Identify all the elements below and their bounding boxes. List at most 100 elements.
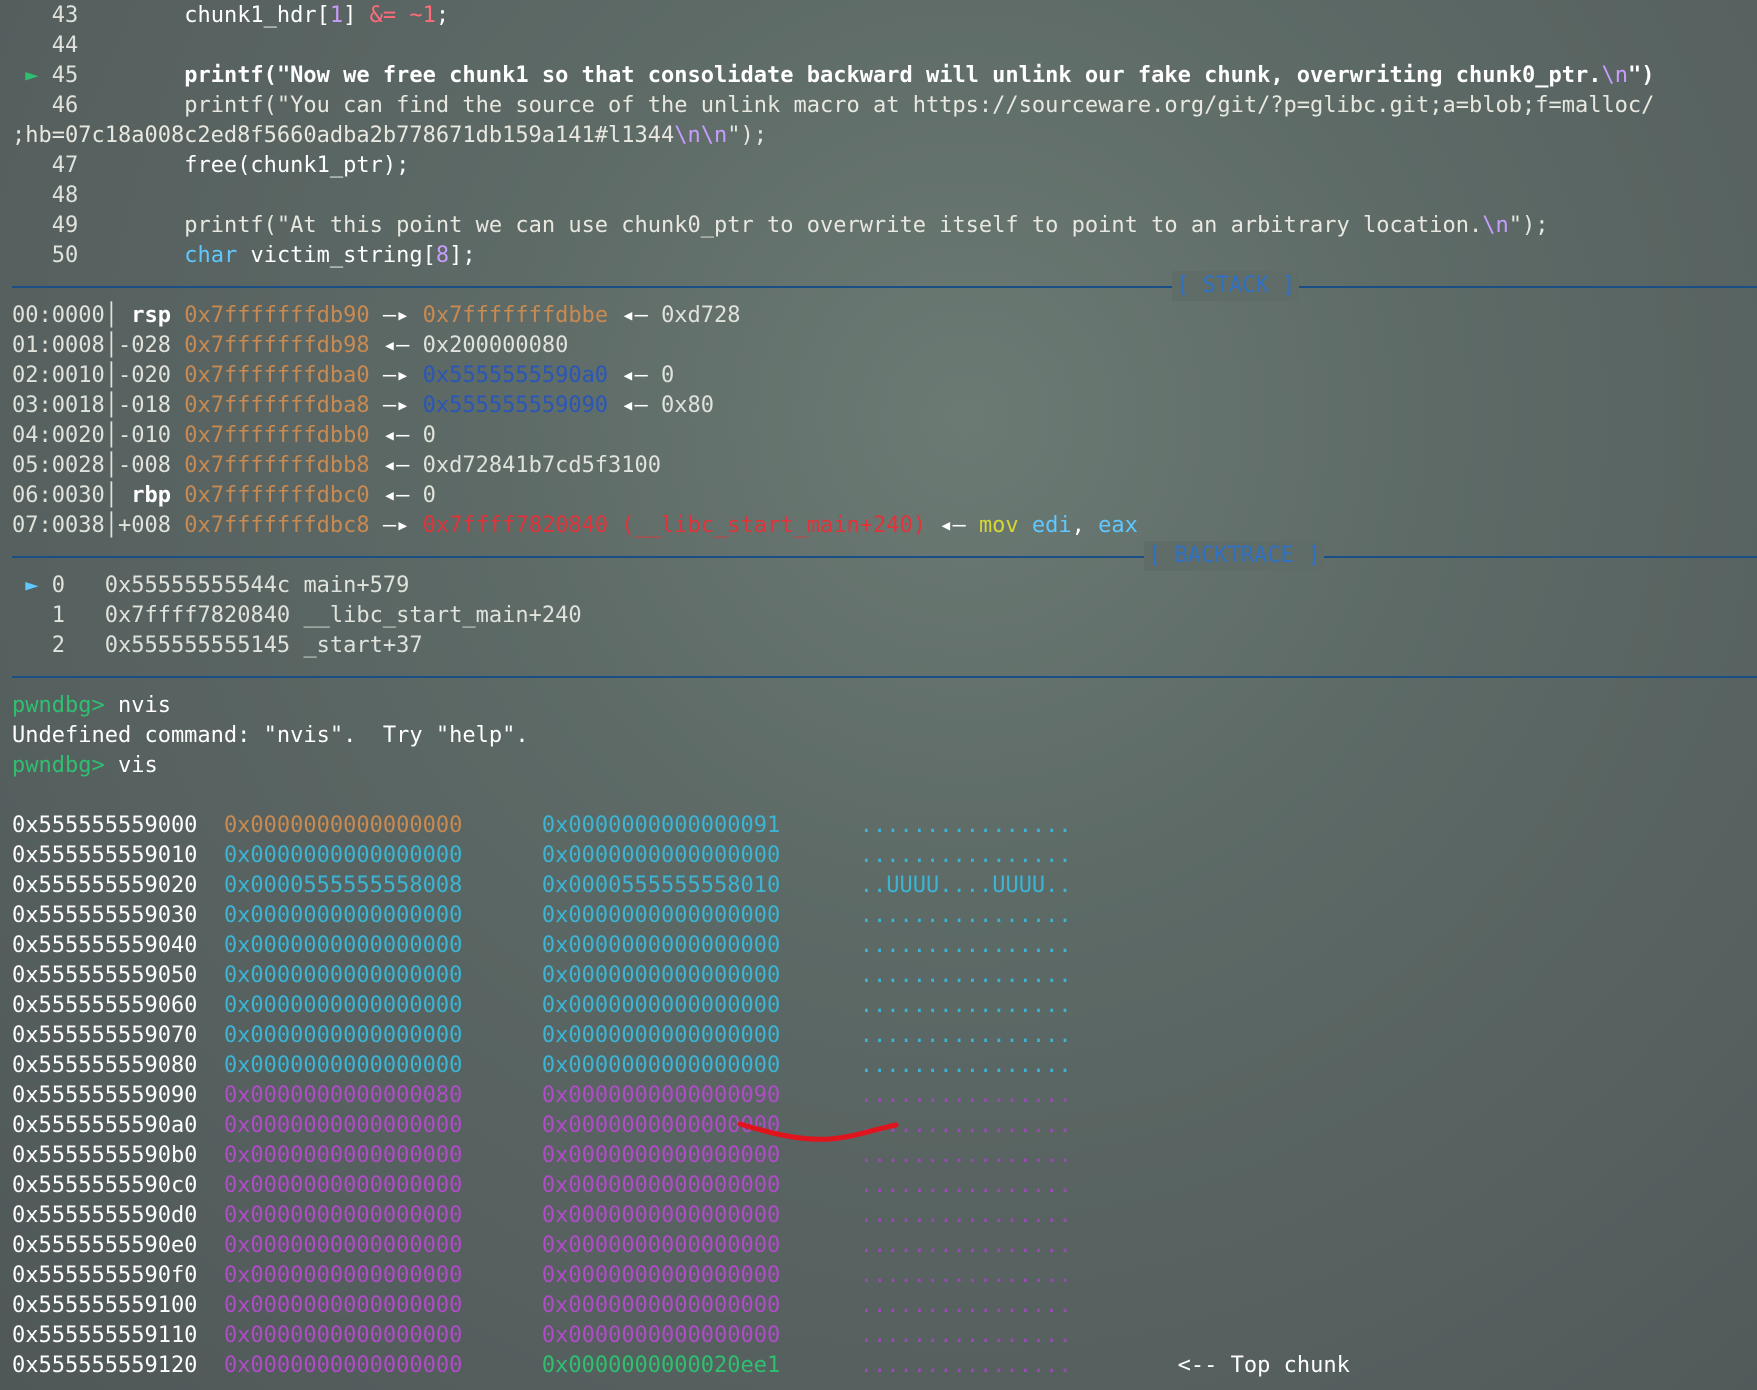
heap-qword: 0x0000000000000000 [223, 1293, 463, 1318]
current-line-marker [12, 93, 52, 118]
stack-index: 04:0020 [12, 423, 105, 448]
heap-qword: 0x0000000000000000 [541, 1323, 781, 1348]
stack-index: 01:0008 [12, 333, 105, 358]
register-name: rbp [131, 483, 171, 508]
stack-row: 02:0010│-020 0x7fffffffdba0 —▸ 0x5555555… [12, 361, 674, 391]
heap-address: 0x5555555590b0 [12, 1143, 198, 1168]
heap-qword: 0x0000000000000000 [223, 1023, 463, 1048]
heap-ascii: ................ [859, 1233, 1072, 1258]
heap-address: 0x555555559060 [12, 993, 198, 1018]
source-token: printf( [78, 63, 277, 88]
heap-qword: 0x0000000000000000 [541, 993, 781, 1018]
stack-address: 0x7fffffffdbc0 [184, 483, 370, 508]
heap-qword: 0x0000000000000000 [223, 1233, 463, 1258]
stack-divider: │ [104, 333, 118, 358]
stack-value: 0x7ffff7820840 (__libc_start_main+240) [422, 513, 926, 538]
heap-row: 0x5555555590c0 0x0000000000000000 0x0000… [12, 1171, 1072, 1201]
heap-row: 0x5555555590b0 0x0000000000000000 0x0000… [12, 1141, 1072, 1171]
source-line: 48 [12, 181, 79, 211]
terminal-window[interactable]: 43 chunk1_hdr[1] &= ~1; 44 ► 45 printf("… [0, 0, 1757, 1390]
pointer-arrow: ◂— [369, 453, 423, 478]
source-token: \n [1601, 63, 1628, 88]
heap-row: 0x5555555590f0 0x0000000000000000 0x0000… [12, 1261, 1072, 1291]
stack-divider: │ [104, 423, 118, 448]
stack-address: 0x7fffffffdb90 [184, 303, 370, 328]
heap-row: 0x555555559070 0x0000000000000000 0x0000… [12, 1021, 1072, 1051]
line-number: 43 [51, 3, 79, 28]
stack-tail-token: ◂— [608, 303, 662, 328]
heap-ascii: ..UUUU....UUUU.. [859, 873, 1072, 898]
heap-qword: 0x0000000000000000 [541, 843, 781, 868]
line-number: 46 [51, 93, 79, 118]
pointer-arrow: —▸ [369, 513, 423, 538]
stack-value: 0x7fffffffdbbe [422, 303, 609, 328]
stack-address: 0x7fffffffdba0 [184, 363, 370, 388]
stack-tail-token: eax [1098, 513, 1138, 538]
stack-row: 05:0028│-008 0x7fffffffdbb8 ◂— 0xd72841b… [12, 451, 661, 481]
stack-row: 06:0030│ rbp 0x7fffffffdbc0 ◂— 0 [12, 481, 436, 511]
heap-qword: 0x0000000000000090 [541, 1083, 781, 1108]
heap-row: 0x555555559110 0x0000000000000000 0x0000… [12, 1321, 1072, 1351]
heap-qword: 0x0000000000000000 [541, 1113, 781, 1138]
stack-tail-token: ◂— [925, 513, 979, 538]
command-text: vis [104, 753, 158, 778]
prompt: pwndbg> [12, 693, 105, 718]
heap-qword: 0x0000000000000000 [541, 1263, 781, 1288]
heap-ascii: ................ [859, 1023, 1072, 1048]
heap-address: 0x555555559100 [12, 1293, 198, 1318]
heap-address: 0x555555559090 [12, 1083, 198, 1108]
heap-ascii: ................ [859, 1053, 1072, 1078]
heap-ascii: ................ [859, 1173, 1072, 1198]
stack-divider: │ [104, 393, 118, 418]
stack-divider: │ [104, 303, 118, 328]
heap-qword: 0x0000000000000000 [541, 903, 781, 928]
stack-tail-token: 0 [661, 363, 675, 388]
heap-ascii: ................ [859, 1293, 1072, 1318]
stack-divider: │ [104, 513, 118, 538]
current-line-marker [12, 213, 52, 238]
source-line: ► 45 printf("Now we free chunk1 so that … [12, 61, 1654, 91]
frame-number: 2 [51, 633, 65, 658]
heap-qword: 0x0000000000000000 [223, 813, 463, 838]
register-name: rsp [131, 303, 171, 328]
stack-row: 01:0008│-028 0x7fffffffdb98 ◂— 0x2000000… [12, 331, 568, 361]
command-text: nvis [104, 693, 171, 718]
stack-index: 03:0018 [12, 393, 105, 418]
stack-index: 02:0010 [12, 363, 105, 388]
line-number: 45 [51, 63, 79, 88]
source-token: char [184, 243, 238, 268]
heap-address: 0x555555559080 [12, 1053, 198, 1078]
frame-address: 0x55555555544c [104, 573, 291, 598]
heap-ascii: ................ [859, 1353, 1072, 1378]
heap-qword: 0x0000555555558010 [541, 873, 781, 898]
heap-address: 0x555555559040 [12, 933, 198, 958]
source-line: 47 free(chunk1_ptr); [12, 151, 410, 181]
line-number: 49 [51, 213, 79, 238]
backtrace-frame: 1 0x7ffff7820840 __libc_start_main+240 [12, 601, 582, 631]
source-line: 44 [12, 31, 79, 61]
stack-address: 0x7fffffffdbb0 [184, 423, 370, 448]
heap-qword: 0x0000000000000000 [541, 1143, 781, 1168]
source-token: ; [435, 3, 450, 28]
